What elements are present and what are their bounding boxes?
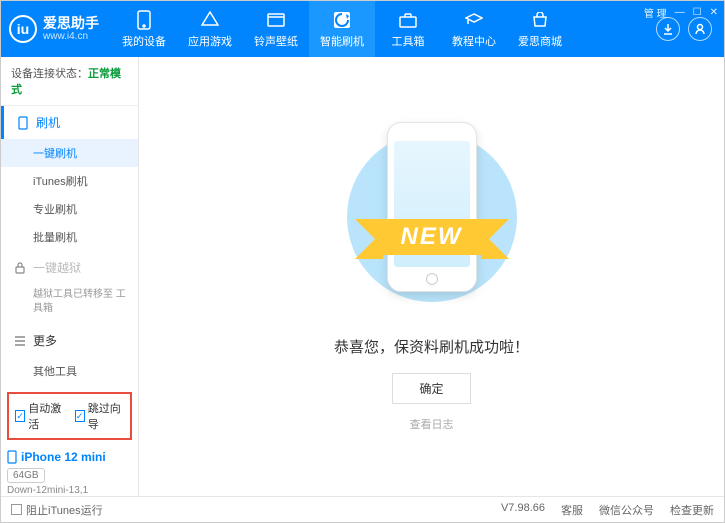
download-button[interactable]	[656, 17, 680, 41]
lock-icon	[13, 261, 27, 275]
success-illustration: NEW	[342, 122, 522, 322]
sidebar-item-itunes-flash[interactable]: iTunes刷机	[1, 167, 138, 195]
window-menu[interactable]: 管 理	[644, 5, 667, 20]
version-label: V7.98.66	[501, 502, 545, 518]
new-ribbon: NEW	[383, 219, 481, 255]
phone-icon	[16, 116, 30, 130]
sidebar-cat-flash[interactable]: 刷机	[1, 106, 138, 139]
checkbox-icon: ✓	[15, 410, 25, 422]
sidebar-item-pro-flash[interactable]: 专业刷机	[1, 195, 138, 223]
sidebar-cat-more[interactable]: 更多	[1, 324, 138, 357]
tab-smart-flash[interactable]: 智能刷机	[309, 1, 375, 57]
sidebar-item-oneclick-flash[interactable]: 一键刷机	[1, 139, 138, 167]
list-icon	[13, 334, 27, 348]
device-info: iPhone 12 mini 64GB Down-12mini-13,1	[7, 448, 132, 496]
store-icon	[530, 10, 550, 30]
tab-apps-games[interactable]: 应用游戏	[177, 1, 243, 57]
options-highlight-box: ✓ 自动激活 ✓ 跳过向导	[7, 392, 132, 440]
device-model: Down-12mini-13,1	[7, 485, 132, 496]
checkbox-block-itunes[interactable]: 阻止iTunes运行	[11, 502, 103, 518]
storage-badge: 64GB	[7, 468, 45, 483]
customer-service-link[interactable]: 客服	[561, 502, 583, 518]
connection-status: 设备连接状态：正常模式	[1, 57, 138, 106]
logo-icon: iu	[9, 15, 37, 43]
tab-ringtone-wallpaper[interactable]: 铃声壁纸	[243, 1, 309, 57]
sidebar-item-batch-flash[interactable]: 批量刷机	[1, 223, 138, 251]
phone-icon	[134, 10, 154, 30]
header-actions	[656, 17, 712, 41]
account-button[interactable]	[688, 17, 712, 41]
checkbox-auto-activate[interactable]: ✓ 自动激活	[15, 400, 65, 432]
wallpaper-icon	[266, 10, 286, 30]
app-header: 管 理 — ☐ ✕ iu 爱思助手 www.i4.cn 我的设备 应用游戏 铃声…	[1, 1, 724, 57]
maximize-icon[interactable]: ☐	[693, 7, 702, 18]
flash-icon	[332, 10, 352, 30]
sidebar-item-download-firmware[interactable]: 下载固件	[1, 385, 138, 388]
tab-store[interactable]: 爱思商城	[507, 1, 573, 57]
logo[interactable]: iu 爱思助手 www.i4.cn	[9, 15, 99, 43]
checkbox-icon: ✓	[75, 410, 85, 422]
checkbox-skip-guide[interactable]: ✓ 跳过向导	[75, 400, 125, 432]
sidebar: 设备连接状态：正常模式 刷机 一键刷机 iTunes刷机 专业刷机 批量刷机 一…	[1, 57, 139, 496]
check-update-link[interactable]: 检查更新	[670, 502, 714, 518]
close-icon[interactable]: ✕	[710, 7, 718, 18]
app-url: www.i4.cn	[43, 31, 99, 42]
nav-tabs: 我的设备 应用游戏 铃声壁纸 智能刷机 工具箱 教程中心 爱思商城	[111, 1, 573, 57]
tab-toolbox[interactable]: 工具箱	[375, 1, 441, 57]
tab-tutorials[interactable]: 教程中心	[441, 1, 507, 57]
main-content: NEW 恭喜您，保资料刷机成功啦！ 确定 查看日志	[139, 57, 724, 496]
app-name: 爱思助手	[43, 16, 99, 31]
wechat-link[interactable]: 微信公众号	[599, 502, 654, 518]
apps-icon	[200, 10, 220, 30]
sidebar-cat-jailbreak: 一键越狱	[1, 251, 138, 284]
status-bar: 阻止iTunes运行 V7.98.66 客服 微信公众号 检查更新	[1, 496, 724, 522]
window-controls: 管 理 — ☐ ✕	[644, 5, 718, 20]
phone-icon	[7, 450, 17, 464]
toolbox-icon	[398, 10, 418, 30]
tab-my-device[interactable]: 我的设备	[111, 1, 177, 57]
checkbox-icon	[11, 504, 22, 515]
ok-button[interactable]: 确定	[392, 373, 470, 404]
sidebar-item-other-tools[interactable]: 其他工具	[1, 357, 138, 385]
view-log-link[interactable]: 查看日志	[410, 416, 454, 432]
success-message: 恭喜您，保资料刷机成功啦！	[334, 336, 529, 357]
tutorial-icon	[464, 10, 484, 30]
device-name[interactable]: iPhone 12 mini	[7, 448, 132, 466]
minimize-icon[interactable]: —	[675, 7, 685, 18]
jailbreak-note: 越狱工具已转移至 工具箱	[1, 284, 138, 324]
